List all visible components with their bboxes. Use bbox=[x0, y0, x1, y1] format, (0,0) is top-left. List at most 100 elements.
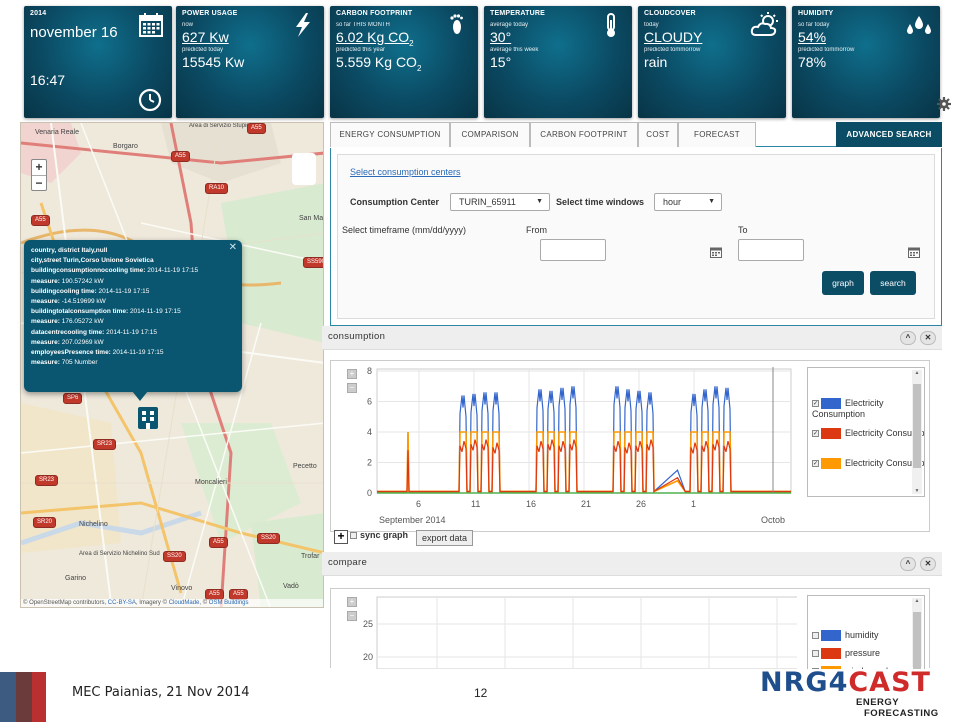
tab-forecast[interactable]: FORECAST bbox=[678, 122, 756, 147]
y-tick-label: 25 bbox=[363, 619, 373, 629]
footer-accent bbox=[32, 672, 46, 722]
chart-zoom-in-button[interactable]: + bbox=[347, 597, 357, 607]
to-date-input[interactable] bbox=[738, 239, 804, 261]
clock-icon bbox=[138, 88, 162, 112]
tab-carbon-footprint[interactable]: CARBON FOOTPRINT bbox=[530, 122, 638, 147]
tile-sub: average today bbox=[490, 22, 529, 28]
popup-key: datacentrecooling time: bbox=[31, 328, 105, 336]
close-icon[interactable]: ✕ bbox=[920, 557, 936, 571]
add-graph-button[interactable]: + bbox=[334, 530, 348, 544]
popup-value: 2014-11-19 17:15 bbox=[128, 308, 181, 316]
attrib-link[interactable]: CloudMade bbox=[169, 600, 200, 606]
popup-key: buildingconsumptionnocooling time: bbox=[31, 267, 146, 275]
chart-zoom-out-button[interactable]: − bbox=[347, 383, 357, 393]
tab-energy-consumption[interactable]: ENERGY CONSUMPTION bbox=[330, 122, 450, 147]
road-shield: SR23 bbox=[93, 439, 117, 450]
center-value: TURIN_65911 bbox=[459, 197, 516, 207]
x-tick-label: 6 bbox=[416, 499, 421, 509]
legend-scrollbar[interactable]: ▲ ▼ bbox=[912, 370, 922, 494]
chart-zoom-in-button[interactable]: + bbox=[347, 369, 357, 379]
legend-checkbox[interactable]: ✓ bbox=[812, 400, 819, 408]
road-shield: RA10 bbox=[205, 183, 229, 194]
tile-carbon: CARBON FOOTPRINT so far THIS MONTH 6.02 … bbox=[330, 6, 478, 118]
tile-date: 2014 november 16 16:47 bbox=[24, 6, 172, 118]
road-shield: A55 bbox=[171, 151, 190, 162]
timeframe-label: Select timeframe (mm/dd/yyyy) bbox=[342, 225, 467, 235]
tab-comparison[interactable]: COMPARISON bbox=[450, 122, 530, 147]
attrib-link[interactable]: OSM Buildings bbox=[209, 600, 249, 606]
collapse-icon[interactable]: ^ bbox=[900, 331, 916, 345]
sync-graph-toggle[interactable]: sync graph bbox=[350, 530, 408, 546]
tile-title: TEMPERATURE bbox=[490, 10, 545, 17]
carbon-year-value: 5.559 Kg CO bbox=[336, 54, 417, 70]
close-icon[interactable]: ✕ bbox=[920, 331, 936, 345]
calendar-icon[interactable] bbox=[908, 245, 920, 258]
tile-humidity: HUMIDITY so far today 54% predicted tomm… bbox=[792, 6, 940, 118]
graph-button[interactable]: graph bbox=[822, 271, 864, 295]
window-select[interactable]: hour ▼ bbox=[654, 193, 722, 211]
attrib-link[interactable]: CC-BY-SA bbox=[108, 600, 136, 606]
tile-sub: predicted this year bbox=[336, 47, 386, 53]
map-attribution: © OpenStreetMap contributors, CC-BY-SA, … bbox=[21, 599, 323, 607]
cloud-sun-icon bbox=[750, 12, 780, 38]
sync-checkbox[interactable] bbox=[350, 532, 357, 540]
footer-accent bbox=[0, 672, 16, 722]
legend-checkbox[interactable]: ✓ bbox=[812, 430, 819, 438]
popup-line: employeesPresence time: 2014-11-19 17:15 bbox=[31, 348, 236, 358]
legend-checkbox[interactable] bbox=[812, 650, 819, 658]
popup-key: employeesPresence time: bbox=[31, 349, 111, 357]
tile-sub: now bbox=[182, 22, 194, 28]
y-tick-label: 0 bbox=[367, 488, 372, 498]
attrib-text: , © bbox=[199, 600, 209, 606]
map-label: Garino bbox=[65, 575, 87, 582]
road-shield: A55 bbox=[31, 215, 50, 226]
collapse-icon[interactable]: ^ bbox=[900, 557, 916, 571]
chevron-down-icon: ▼ bbox=[708, 198, 715, 205]
window-value: hour bbox=[663, 197, 682, 207]
legend-item[interactable]: ✓Electricity Consumption bbox=[812, 458, 924, 470]
tile-title: HUMIDITY bbox=[798, 10, 834, 17]
gear-icon[interactable] bbox=[936, 96, 952, 112]
map-label: Pecetto bbox=[293, 463, 317, 470]
search-button[interactable]: search bbox=[870, 271, 916, 295]
map-label: Trofar bbox=[301, 553, 320, 560]
tile-power: POWER USAGE now 627 Kw predicted today 1… bbox=[176, 6, 324, 118]
y-tick-label: 2 bbox=[367, 458, 372, 468]
from-date-input[interactable] bbox=[540, 239, 606, 261]
legend-checkbox[interactable]: ✓ bbox=[812, 460, 819, 468]
drops-icon bbox=[904, 12, 934, 38]
tile-cloudcover: CLOUDCOVER today CLOUDY predicted tommor… bbox=[638, 6, 786, 118]
legend-scrollbar[interactable]: ▲ bbox=[912, 598, 922, 669]
legend-item[interactable]: ✓Electricity Consumption bbox=[812, 398, 924, 419]
popup-value: 2014-11-19 17:15 bbox=[110, 349, 164, 357]
x-tick-label: 16 bbox=[526, 499, 536, 509]
power-predicted-value: 15545 Kw bbox=[182, 54, 245, 70]
map-label: San Ma bbox=[299, 215, 324, 222]
select-centers-link[interactable]: Select consumption centers bbox=[350, 167, 461, 177]
tab-cost[interactable]: COST bbox=[638, 122, 678, 147]
export-data-button[interactable]: export data bbox=[416, 530, 474, 546]
popup-key: measure: bbox=[31, 298, 60, 306]
center-select[interactable]: TURIN_65911 ▼ bbox=[450, 193, 550, 211]
temp-today-value: 30° bbox=[490, 29, 512, 45]
legend-checkbox[interactable] bbox=[812, 632, 819, 640]
legend-item[interactable]: pressure bbox=[812, 648, 880, 660]
popup-content: country, district Italy,null city,street … bbox=[31, 246, 236, 368]
x-sublabel: Octob bbox=[761, 515, 785, 525]
from-label: From bbox=[526, 225, 547, 235]
road-shield: A55 bbox=[247, 123, 266, 134]
consumption-chart-area: + − 0 2 4 6 8 6 11 16 21 26 1 September 2014 Octob ✓… bbox=[330, 360, 930, 532]
tab-advanced-search[interactable]: ADVANCED SEARCH bbox=[836, 122, 942, 147]
close-icon[interactable]: ✕ bbox=[229, 242, 237, 253]
chart-zoom-out-button[interactable]: − bbox=[347, 611, 357, 621]
legend-swatch bbox=[821, 458, 841, 470]
legend-item[interactable]: ✓Electricity Consumption bbox=[812, 428, 924, 440]
logo-nrg: NRG bbox=[760, 667, 829, 698]
zoom-out-button[interactable]: − bbox=[32, 175, 46, 190]
legend-item[interactable]: humidity bbox=[812, 630, 879, 642]
building-marker-icon[interactable] bbox=[138, 407, 158, 429]
calendar-icon[interactable] bbox=[710, 245, 722, 258]
search-form: Select consumption centers Consumption C… bbox=[337, 154, 935, 319]
zoom-in-button[interactable]: + bbox=[32, 160, 46, 175]
popup-line: city,street Turin,Corso Unione Sovietica bbox=[31, 256, 236, 266]
